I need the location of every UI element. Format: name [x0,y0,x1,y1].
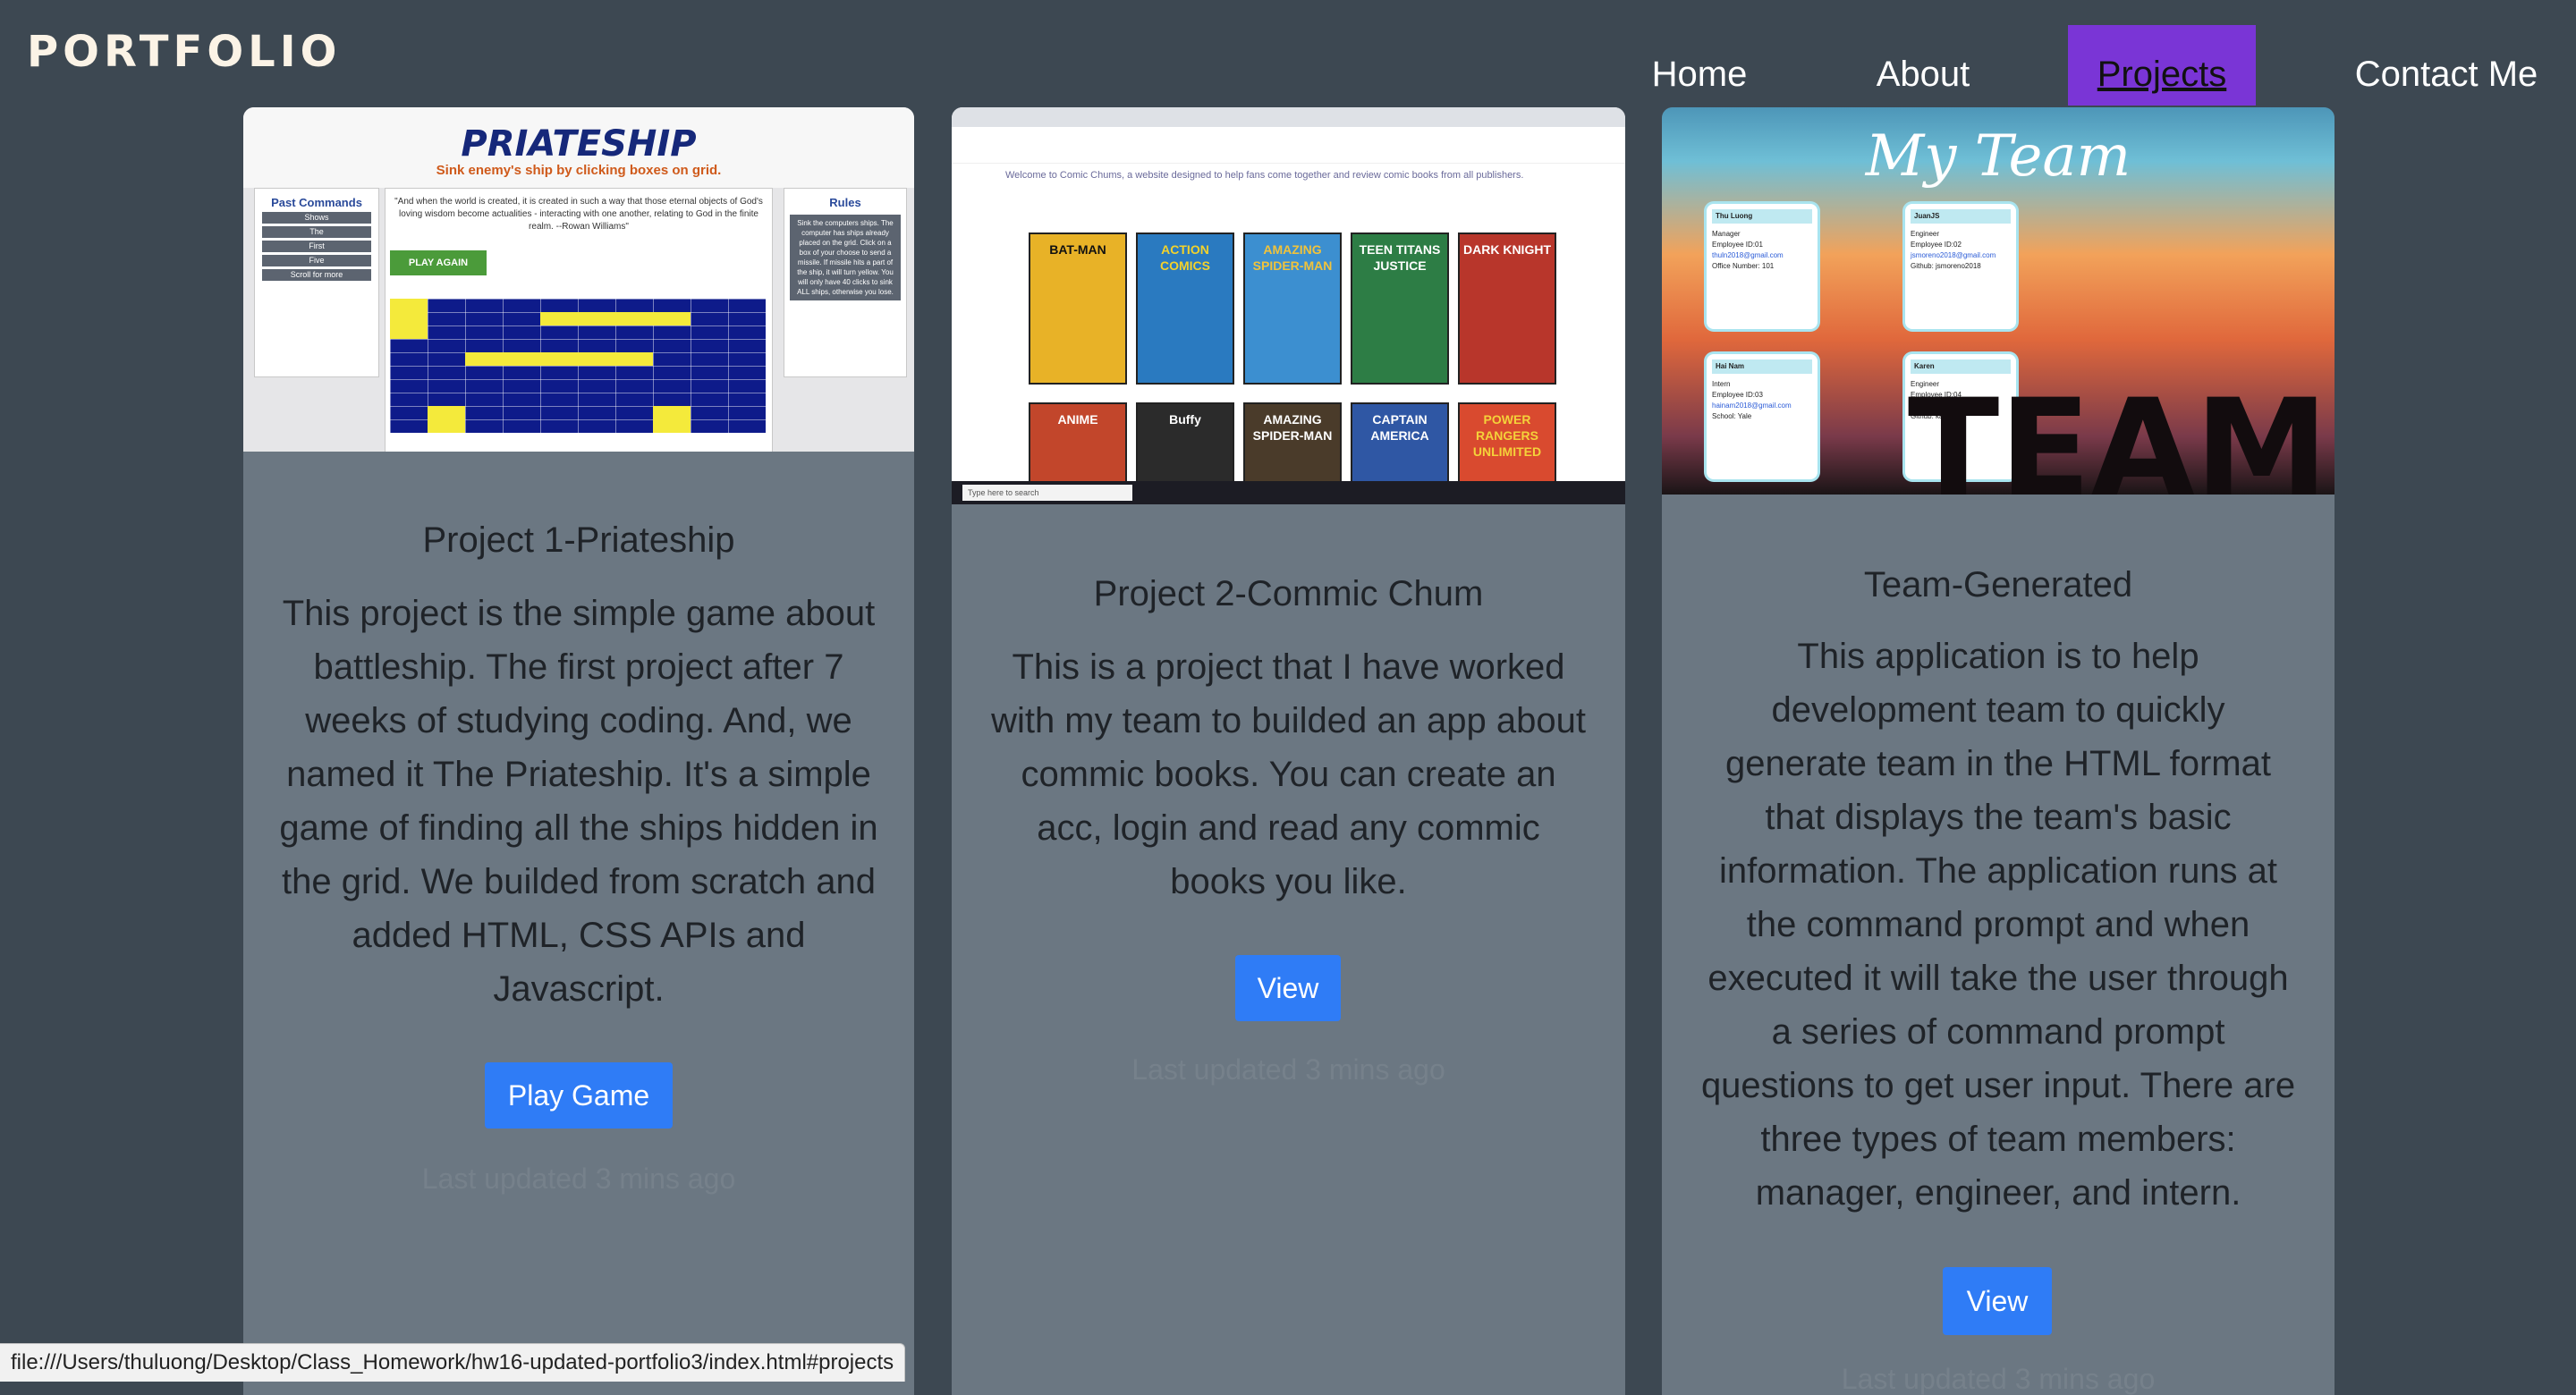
play-game-button[interactable]: Play Game [485,1062,673,1129]
project-card-team-generated: My Team Thu Luong Manager Employee ID:01… [1662,107,2334,1395]
member-email: thuln2018@gmail.com [1712,251,1784,259]
nav-projects[interactable]: Projects [2068,25,2256,106]
member-role: Engineer [1911,230,1940,238]
team-generated-screenshot[interactable]: My Team Thu Luong Manager Employee ID:01… [1662,107,2334,495]
browser-url-bar [952,127,1625,148]
game-subtitle: Sink enemy's ship by clicking boxes on g… [436,163,722,178]
game-quote: "And when the world is created, it is cr… [394,197,763,232]
command-item: Scroll for more [262,269,371,281]
project-title: Project 1-Priateship [422,520,735,560]
member-id: Employee ID:02 [1911,241,1962,249]
rules-panel: Rules Sink the computers ships. The comp… [784,188,907,377]
command-item: First [262,241,371,252]
command-item: Shows [262,212,371,224]
game-grid [390,299,766,433]
past-commands-heading: Past Commands [271,196,362,209]
team-member-card: Thu Luong Manager Employee ID:01 thuln20… [1707,204,1818,329]
team-title: My Team [1865,123,2131,190]
browser-tabs [952,107,1625,127]
nav-home[interactable]: Home [1628,25,1771,106]
nav-about[interactable]: About [1852,25,1995,106]
member-role: Manager [1712,230,1741,238]
member-name: JuanJS [1911,209,2011,224]
comic-cover: DARK KNIGHT [1458,232,1556,385]
play-again-button: PLAY AGAIN [390,250,487,275]
team-member-card: JuanJS Engineer Employee ID:02 jsmoreno2… [1905,204,2016,329]
project-description: This project is the simple game about ba… [279,594,878,1009]
project-card-commic-chum: Welcome to Comic Chums, a website design… [952,107,1625,1395]
comic-cover: AMAZING SPIDER-MAN [1243,232,1342,385]
game-title: PRIATESHIP [461,123,697,165]
rules-text: Sink the computers ships. The computer h… [790,215,901,300]
project-description: This is a project that I have worked wit… [991,647,1586,901]
windows-taskbar: Type here to search [952,481,1625,504]
member-extra: Github: jsmoreno2018 [1911,262,1981,270]
rules-heading: Rules [829,196,861,209]
priateship-screenshot[interactable]: PRIATESHIP Sink enemy's ship by clicking… [243,107,914,452]
comic-cover: TEEN TITANS JUSTICE [1351,232,1449,385]
member-extra: Office Number: 101 [1712,262,1775,270]
project-title: Project 2-Commic Chum [1093,574,1484,613]
comic-cover: BAT-MAN [1029,232,1127,385]
member-name: Thu Luong [1712,209,1812,224]
command-item: Five [262,255,371,266]
last-updated: Last updated 3 mins ago [421,1162,736,1195]
browser-bookmarks [952,147,1625,164]
past-commands-panel: Past Commands Shows The First Five Scrol… [254,188,379,377]
project-title: Team-Generated [1863,565,2133,604]
taskbar-search: Type here to search [962,485,1132,501]
browser-status-bar: file:///Users/thuluong/Desktop/Class_Hom… [0,1343,906,1382]
member-email: jsmoreno2018@gmail.com [1911,251,1996,259]
last-updated: Last updated 3 mins ago [1131,1053,1445,1086]
main-nav: Home About Projects Contact Me [0,25,2576,106]
comic-cover: ACTION COMICS [1136,232,1234,385]
project-description: This application is to help development … [1700,637,2296,1213]
team-banner-word: TEAM [1908,371,2328,495]
view-button[interactable]: View [1235,955,1341,1021]
comic-welcome: Welcome to Comic Chums, a website design… [1005,170,1524,181]
command-item: The [262,226,371,238]
last-updated: Last updated 3 mins ago [1841,1363,2156,1395]
nav-contact-me[interactable]: Contact Me [2334,25,2558,106]
view-button[interactable]: View [1943,1267,2052,1335]
project-card-priateship: PRIATESHIP Sink enemy's ship by clicking… [243,107,914,1395]
team-silhouette-image: TEAM [1908,371,2328,495]
member-id: Employee ID:01 [1712,241,1763,249]
commic-chum-screenshot[interactable]: Welcome to Comic Chums, a website design… [952,107,1625,504]
